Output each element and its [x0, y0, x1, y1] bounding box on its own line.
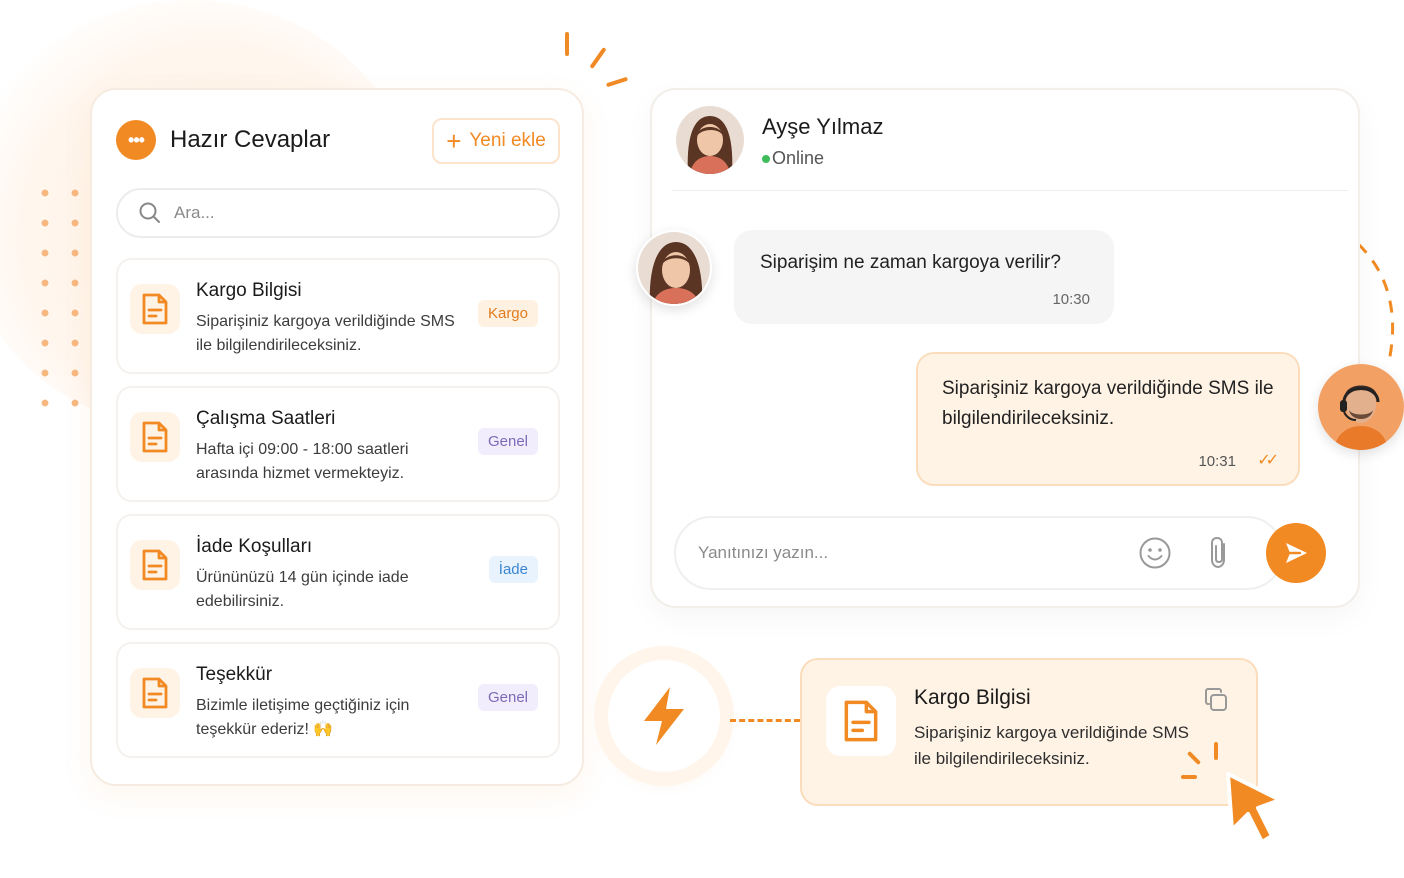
- quick-replies-panel: ••• Hazır Cevaplar + Yeni ekle Kargo Bil…: [90, 88, 584, 786]
- reply-card-title: Çalışma Saatleri: [196, 408, 336, 429]
- document-icon: [826, 686, 896, 756]
- tag-badge: Genel: [477, 684, 538, 711]
- chat-bubble-dots-icon: •••: [116, 120, 156, 160]
- spark-decoration: [589, 47, 607, 69]
- message-time: 10:30: [1052, 291, 1090, 308]
- click-ray: [1214, 742, 1218, 760]
- panel-title: Hazır Cevaplar: [170, 126, 331, 153]
- incoming-message: Siparişim ne zaman kargoya verilir? 10:3…: [734, 230, 1114, 324]
- reply-card-text: Ürününüzü 14 gün içinde iade edebilirsin…: [196, 569, 409, 610]
- cursor-click-icon: [1226, 772, 1282, 844]
- contact-status: Online: [762, 148, 824, 169]
- dot-pattern: [30, 178, 90, 408]
- reply-card-text: Hafta içi 09:00 - 18:00 saatleri arasınd…: [196, 441, 409, 482]
- reply-card-title: Kargo Bilgisi: [196, 280, 302, 301]
- add-new-label: Yeni ekle: [469, 130, 546, 151]
- tag-badge: Kargo: [477, 300, 538, 327]
- reply-card-text: Siparişiniz kargoya verildiğinde SMS ile…: [196, 313, 455, 354]
- reply-card-tesekkur[interactable]: Teşekkür Bizimle iletişime geçtiğiniz iç…: [116, 642, 560, 758]
- contact-name: Ayşe Yılmaz: [762, 114, 884, 139]
- outgoing-message: Siparişiniz kargoya verildiğinde SMS ile…: [916, 352, 1300, 486]
- message-text: Siparişiniz kargoya verildiğinde SMS ile…: [942, 378, 1274, 429]
- double-check-icon: ✓✓: [1257, 452, 1279, 469]
- contact-avatar: [636, 230, 712, 306]
- inserted-reply-card[interactable]: Kargo Bilgisi Siparişiniz kargoya verild…: [800, 658, 1258, 806]
- inserted-reply-title: Kargo Bilgisi: [914, 686, 1031, 709]
- send-icon: [1286, 543, 1307, 563]
- divider: [672, 190, 1348, 191]
- send-button[interactable]: [1266, 523, 1326, 583]
- reply-box[interactable]: [674, 516, 1284, 590]
- flow-connector: [730, 719, 800, 722]
- tag-badge: İade: [488, 556, 538, 583]
- search-icon: [139, 202, 160, 223]
- chat-window: Ayşe Yılmaz Online Siparişim ne zaman ka…: [650, 88, 1360, 608]
- avatar: [676, 106, 744, 174]
- online-dot: [762, 155, 770, 164]
- reply-card-text: Bizimle iletişime geçtiğiniz için teşekk…: [196, 697, 410, 738]
- copy-icon[interactable]: [1202, 686, 1230, 714]
- document-icon: [130, 284, 180, 334]
- panel-header: ••• Hazır Cevaplar: [116, 120, 330, 160]
- spark-decoration: [565, 32, 569, 56]
- add-new-button[interactable]: + Yeni ekle: [432, 118, 560, 164]
- paperclip-icon[interactable]: [1204, 534, 1234, 572]
- plus-icon: +: [446, 126, 462, 156]
- document-icon: [130, 412, 180, 462]
- quick-insert-button[interactable]: [608, 660, 720, 772]
- search-input[interactable]: [174, 203, 534, 223]
- reply-input[interactable]: [698, 543, 1118, 563]
- reply-card-title: Teşekkür: [196, 664, 273, 685]
- click-ray: [1181, 775, 1197, 779]
- agent-avatar: [1318, 364, 1404, 450]
- reply-card-iade[interactable]: İade Koşulları Ürününüzü 14 gün içinde i…: [116, 514, 560, 630]
- reply-card-calisma-saatleri[interactable]: Çalışma Saatleri Hafta içi 09:00 - 18:00…: [116, 386, 560, 502]
- document-icon: [130, 540, 180, 590]
- document-icon: [130, 668, 180, 718]
- spark-decoration: [605, 76, 629, 88]
- message-time: 10:31: [1198, 453, 1236, 470]
- reply-card-kargo[interactable]: Kargo Bilgisi Siparişiniz kargoya verild…: [116, 258, 560, 374]
- lightning-bolt-icon: [644, 687, 684, 745]
- message-text: Siparişim ne zaman kargoya verilir?: [760, 252, 1061, 273]
- inserted-reply-text: Siparişiniz kargoya verildiğinde SMS ile…: [914, 723, 1189, 768]
- tag-badge: Genel: [477, 428, 538, 455]
- reply-card-title: İade Koşulları: [196, 536, 313, 557]
- status-text: Online: [772, 148, 825, 168]
- smiley-icon[interactable]: [1138, 536, 1172, 570]
- search-box[interactable]: [116, 188, 560, 238]
